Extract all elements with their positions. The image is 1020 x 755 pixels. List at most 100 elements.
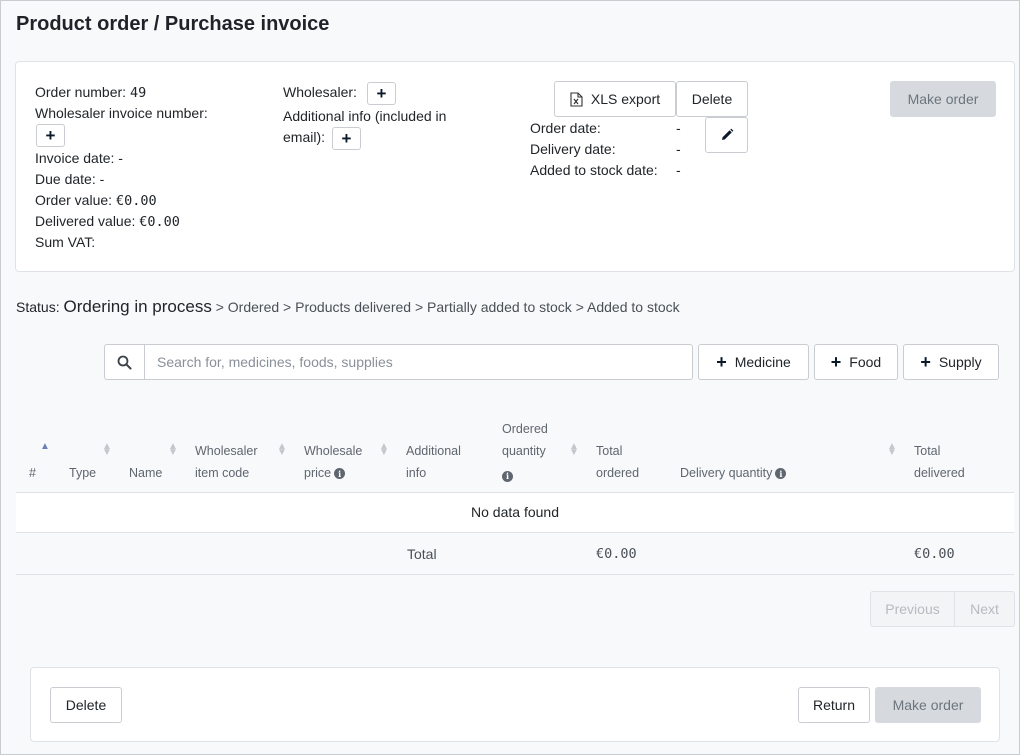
empty-row: No data found — [16, 493, 1014, 532]
col-total-ordered-1: Total — [596, 444, 623, 458]
plus-icon: + — [376, 84, 387, 103]
xls-export-button[interactable]: XLS export — [554, 81, 676, 117]
col-number[interactable]: # — [29, 462, 36, 484]
sort-icon[interactable]: ▲ ▼ — [569, 442, 579, 458]
col-name[interactable]: Name — [129, 462, 162, 484]
col-wholesaler-code-2[interactable]: item code — [195, 462, 249, 484]
added-to-stock-label: Added to stock date: — [530, 162, 658, 178]
col-wholesaler-code-1[interactable]: Wholesaler — [195, 440, 258, 462]
delivery-date-value: - — [676, 141, 681, 157]
make-order-label: Make order — [892, 697, 964, 713]
search-icon[interactable] — [105, 345, 145, 379]
delete-button[interactable]: Delete — [50, 687, 122, 723]
col-delivery-qty[interactable]: Delivery quantity — [680, 466, 772, 480]
order-date-label: Order date: — [530, 120, 601, 136]
previous-page-button[interactable]: Previous — [871, 592, 955, 626]
sort-icon[interactable]: ▲ ▼ — [102, 442, 112, 458]
footer-actions: Delete Return Make order — [30, 667, 1000, 742]
xls-export-label: XLS export — [590, 91, 661, 107]
sum-vat-label: Sum VAT: — [35, 234, 96, 250]
add-supply-button[interactable]: + Supply — [903, 344, 999, 380]
order-number-line: Order number: 49 — [35, 84, 146, 101]
wholesaler-line: Wholesaler: — [283, 84, 357, 100]
add-wholesaler-invoice-button[interactable]: + — [36, 124, 65, 147]
window-frame: Product order / Purchase invoice Order n… — [0, 0, 1020, 755]
delivery-date-label: Delivery date: — [530, 141, 616, 157]
col-additional-info-2: info — [406, 466, 427, 480]
delete-label: Delete — [65, 697, 107, 713]
order-value-label: Order value: — [35, 192, 113, 208]
col-additional-info-1: Additional — [406, 444, 461, 458]
status-step-ordered: Ordered — [227, 299, 280, 315]
sort-icon[interactable]: ▲ ▼ — [379, 442, 389, 458]
status-step-partially-added: Partially added to stock — [427, 299, 572, 315]
return-button[interactable]: Return — [798, 687, 870, 723]
search-input[interactable] — [145, 345, 692, 379]
pagination: Previous Next — [870, 591, 1015, 627]
col-wholesale-price-2[interactable]: price — [304, 466, 331, 480]
info-icon[interactable]: i — [775, 468, 787, 480]
order-number-label: Order number: — [35, 84, 127, 100]
additional-info-label-2: email): — [283, 129, 326, 145]
order-value: €0.00 — [115, 193, 157, 209]
info-icon[interactable]: i — [334, 468, 346, 480]
col-delivery-qty-line: Delivery quantity i — [680, 462, 787, 484]
plus-icon: + — [830, 352, 842, 372]
add-wholesaler-button[interactable]: + — [367, 82, 396, 105]
divider — [16, 574, 1014, 575]
due-date-label: Due date: — [35, 171, 96, 187]
plus-icon: + — [920, 352, 931, 372]
total-ordered-value: €0.00 — [596, 546, 637, 562]
delete-order-button[interactable]: Delete — [676, 81, 748, 117]
make-order-button[interactable]: Make order — [875, 687, 981, 723]
info-icon-holder: i — [502, 467, 513, 483]
plus-icon: + — [45, 126, 56, 145]
invoice-date-line: Invoice date: - — [35, 150, 123, 166]
order-value-line: Order value: €0.00 — [35, 192, 157, 209]
order-info-card: Order number: 49 Wholesaler invoice numb… — [15, 61, 1015, 272]
wholesaler-invoice-label: Wholesaler invoice number: — [35, 105, 208, 121]
status-separator: > — [575, 299, 584, 315]
status-step-products-delivered: Products delivered — [295, 299, 412, 315]
add-supply-label: Supply — [938, 354, 982, 370]
sort-asc-icon[interactable]: ▲ — [40, 442, 50, 452]
page-title: Product order / Purchase invoice — [16, 13, 330, 35]
col-ordered-qty-2[interactable]: quantity — [502, 440, 546, 462]
edit-dates-button[interactable] — [705, 117, 748, 153]
plus-icon: + — [341, 129, 352, 148]
invoice-date-value: - — [118, 150, 123, 166]
make-order-button-top[interactable]: Make order — [890, 81, 996, 117]
status-separator: > — [215, 299, 224, 315]
sort-icon[interactable]: ▲ ▼ — [168, 442, 178, 458]
status-label: Status: — [16, 299, 60, 315]
add-food-button[interactable]: + Food — [814, 344, 898, 380]
col-ordered-qty-1[interactable]: Ordered — [502, 418, 548, 440]
plus-icon: + — [716, 352, 727, 372]
sort-icon[interactable]: ▲ ▼ — [277, 442, 287, 458]
col-wholesale-price-line2: price i — [304, 462, 346, 484]
col-wholesale-price-1[interactable]: Wholesale — [304, 440, 362, 462]
totals-row: Total €0.00 €0.00 — [16, 533, 1014, 574]
make-order-label: Make order — [907, 91, 979, 107]
col-total-ordered-2: ordered — [596, 466, 640, 480]
invoice-date-label: Invoice date: — [35, 150, 115, 166]
status-separator: > — [414, 299, 424, 315]
add-food-label: Food — [849, 354, 882, 370]
order-number-value: 49 — [129, 85, 147, 101]
delivered-value: €0.00 — [139, 214, 180, 230]
order-date-value: - — [676, 120, 681, 136]
col-total-delivered-1: Total — [914, 444, 941, 458]
col-total-delivered-2: delivered — [914, 466, 965, 480]
delivered-value-label: Delivered value: — [35, 213, 136, 229]
add-medicine-button[interactable]: + Medicine — [698, 344, 809, 380]
due-date-line: Due date: - — [35, 171, 104, 187]
next-page-button[interactable]: Next — [955, 592, 1014, 626]
total-delivered-value: €0.00 — [914, 546, 955, 562]
total-label: Total — [407, 546, 437, 562]
due-date-value: - — [99, 171, 105, 187]
add-additional-info-button[interactable]: + — [332, 127, 361, 150]
sort-icon[interactable]: ▲ ▼ — [887, 442, 897, 458]
info-icon[interactable]: i — [502, 470, 513, 482]
return-label: Return — [812, 697, 856, 713]
col-type[interactable]: Type — [69, 462, 96, 484]
